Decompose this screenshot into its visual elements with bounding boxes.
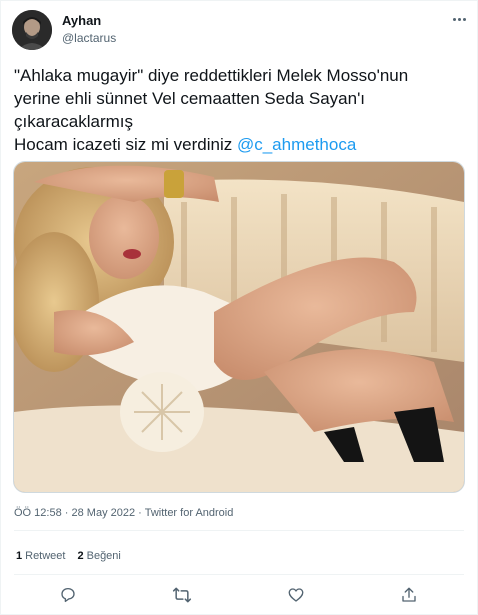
tweet-text: "Ahlaka mugayir" diye reddettikleri Mele… — [14, 64, 464, 156]
tweet-text-line: çıkaracaklarmış — [14, 112, 134, 131]
tweet-meta: ÖÖ 12:58 · 28 May 2022 · Twitter for And… — [14, 507, 233, 519]
meta-separator: · — [138, 507, 142, 519]
tweet-text-line: "Ahlaka mugayir" diye reddettikleri Mele… — [14, 66, 409, 85]
tweet-source[interactable]: Twitter for Android — [145, 507, 234, 519]
tweet-actions — [0, 582, 478, 610]
like-icon[interactable] — [285, 584, 307, 606]
tweet-text-line: Hocam icazeti siz mi verdiniz @c_ahmetho… — [14, 133, 464, 156]
divider — [14, 574, 464, 575]
tweet-time[interactable]: ÖÖ 12:58 — [14, 507, 62, 519]
tweet-text-prefix: Hocam icazeti siz mi verdiniz — [14, 135, 237, 154]
share-icon[interactable] — [398, 584, 420, 606]
more-icon[interactable] — [447, 10, 471, 28]
avatar[interactable] — [12, 10, 52, 50]
retweet-icon[interactable] — [171, 584, 193, 606]
tweet-photo[interactable] — [13, 161, 465, 493]
like-count: 2 — [77, 550, 84, 562]
meta-separator: · — [64, 507, 69, 519]
like-label: Beğeni — [86, 550, 121, 562]
retweet-label: Retweet — [25, 550, 66, 562]
mention-link[interactable]: @c_ahmethoca — [237, 135, 356, 154]
divider — [14, 530, 464, 531]
tweet-stats: 1 Retweet 2 Beğeni — [16, 550, 121, 562]
retweets-stat[interactable]: 1 Retweet — [16, 550, 65, 562]
reply-icon[interactable] — [57, 584, 79, 606]
tweet-date[interactable]: 28 May 2022 — [72, 507, 136, 519]
likes-stat[interactable]: 2 Beğeni — [77, 550, 120, 562]
tweet-text-line: yerine ehli sünnet Vel cemaatten Seda Sa… — [14, 89, 366, 108]
author-display-name[interactable]: Ayhan — [62, 13, 101, 28]
retweet-count: 1 — [16, 550, 23, 562]
author-handle[interactable]: @lactarus — [62, 31, 116, 45]
